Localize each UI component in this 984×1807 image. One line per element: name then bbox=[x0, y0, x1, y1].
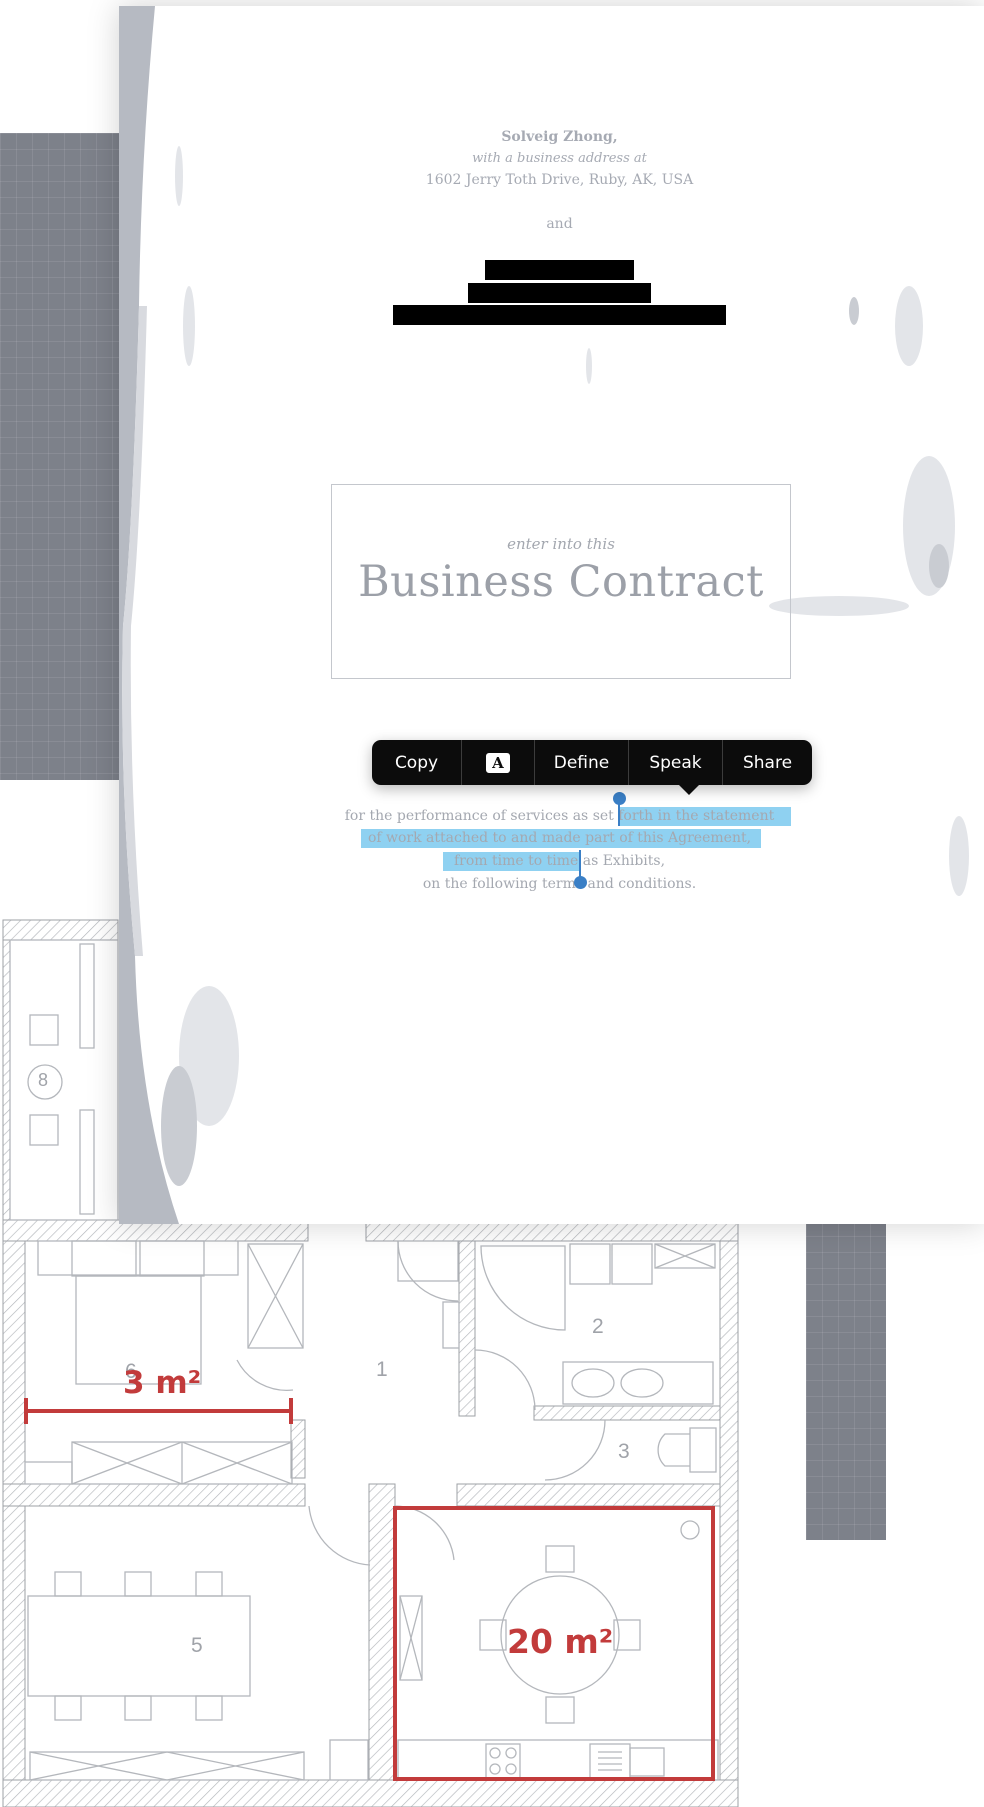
body-line-2-selected: of work attached to and made part of thi… bbox=[367, 830, 752, 846]
contract-document: Solveig Zhong, with a business address a… bbox=[119, 6, 984, 1224]
menu-share-label: Share bbox=[742, 752, 793, 773]
menu-define-button[interactable]: Define bbox=[535, 740, 629, 785]
title-box: enter into this Business Contract bbox=[331, 484, 791, 679]
menu-pointer-arrow bbox=[678, 784, 700, 795]
body-line-4[interactable]: on the following terms and conditions. bbox=[119, 876, 984, 892]
body-line-3-plain: as Exhibits, bbox=[582, 853, 666, 869]
menu-copy-button[interactable]: Copy bbox=[372, 740, 462, 785]
title-kicker: enter into this bbox=[507, 535, 615, 553]
area-label-small: 3 m² bbox=[123, 1365, 202, 1401]
selection-end-caret[interactable] bbox=[579, 850, 581, 879]
contract-title: Business Contract bbox=[358, 557, 764, 607]
body-line-1-plain: for the performance of services as set bbox=[344, 808, 614, 824]
selection-start-handle[interactable] bbox=[613, 792, 626, 805]
selection-end-handle[interactable] bbox=[574, 876, 587, 889]
font-style-icon: A bbox=[486, 752, 510, 773]
redaction-bar bbox=[485, 260, 634, 280]
room-label-2: 2 bbox=[592, 1315, 604, 1338]
menu-copy-label: Copy bbox=[394, 752, 439, 773]
room-label-8: 8 bbox=[38, 1070, 49, 1090]
party-one-address: 1602 Jerry Toth Drive, Ruby, AK, USA bbox=[425, 172, 694, 188]
party-one-intro: with a business address at bbox=[472, 151, 647, 166]
room-label-1: 1 bbox=[376, 1358, 388, 1381]
conjunction-text: and bbox=[546, 216, 573, 232]
body-line-3-selected: from time to time bbox=[453, 853, 579, 869]
menu-share-button[interactable]: Share bbox=[723, 740, 812, 785]
body-line-1-selected: forth in the statement bbox=[618, 808, 775, 824]
redaction-bar bbox=[393, 305, 726, 325]
body-line-2[interactable]: of work attached to and made part of thi… bbox=[119, 830, 984, 846]
room-label-3: 3 bbox=[618, 1440, 630, 1463]
menu-speak-button[interactable]: Speak bbox=[629, 740, 723, 785]
body-line-1[interactable]: for the performance of services as set f… bbox=[119, 808, 984, 824]
menu-speak-label: Speak bbox=[649, 752, 702, 773]
area-label-large: 20 m² bbox=[507, 1622, 614, 1661]
body-line-4-plain: on the following terms and conditions. bbox=[422, 876, 697, 892]
body-line-3[interactable]: from time to time as Exhibits, bbox=[119, 853, 984, 869]
selection-context-menu: Copy A Define Speak Share bbox=[372, 740, 812, 785]
party-one-name: Solveig Zhong, bbox=[501, 129, 618, 145]
redaction-bar bbox=[468, 283, 651, 303]
menu-font-button[interactable]: A bbox=[462, 740, 535, 785]
room-label-5: 5 bbox=[191, 1634, 203, 1657]
menu-define-label: Define bbox=[553, 752, 610, 773]
